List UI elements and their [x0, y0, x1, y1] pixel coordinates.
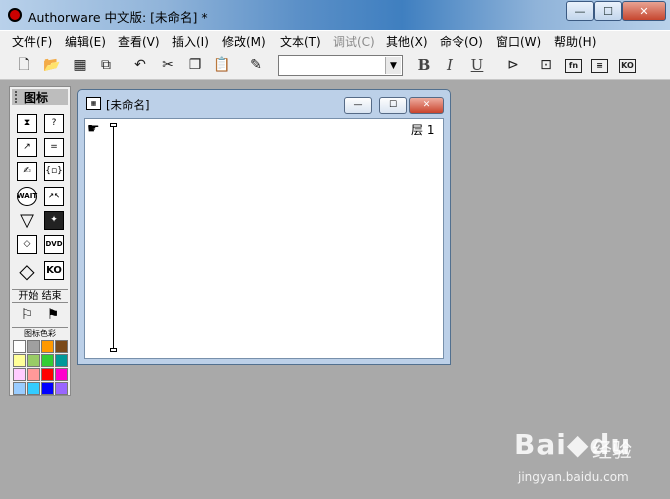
paste-hand-icon[interactable]: ☛ [87, 122, 100, 136]
design-minimize-button[interactable]: — [344, 97, 372, 114]
import-icon[interactable]: ⧉ [96, 55, 116, 75]
menu-text[interactable]: 文本(T) [280, 33, 321, 50]
framework-icon[interactable]: ✦ [44, 211, 64, 230]
color-swatch[interactable] [27, 354, 40, 367]
design-window-title: [未命名] [106, 98, 150, 112]
layer-label: 层 1 [411, 123, 435, 137]
maximize-button[interactable]: ☐ [594, 1, 622, 21]
color-swatch[interactable] [55, 340, 68, 353]
paste-icon[interactable]: 📋 [212, 55, 232, 75]
motion-icon[interactable]: ↗ [17, 138, 37, 157]
map-icon[interactable]: {▫} [44, 162, 64, 181]
calculation-icon[interactable]: = [44, 138, 64, 157]
wait-icon[interactable]: WAIT [17, 187, 37, 206]
digital-movie-icon[interactable]: DVD [44, 235, 64, 254]
flowline-end-marker [110, 348, 117, 352]
toolbar: 🗋 📂 ▦ ⧉ ↶ ✂ ❐ 📋 ✎ ▼ B I U ⊳ ⊡ fn ≡ KO [0, 51, 670, 80]
color-swatch[interactable] [13, 340, 26, 353]
design-window-icon: ▦ [86, 97, 101, 110]
cut-icon[interactable]: ✂ [158, 55, 178, 75]
undo-icon[interactable]: ↶ [130, 55, 150, 75]
run-icon[interactable]: ⊳ [503, 55, 523, 75]
title-bar: Authorware 中文版: [未命名] * — ☐ ✕ [0, 0, 670, 30]
underline-button[interactable]: U [467, 55, 487, 75]
interaction-icon[interactable]: ? [44, 114, 64, 133]
flowline-start-marker [110, 123, 117, 127]
watermark-text: 经验 [592, 438, 632, 462]
navigate-icon[interactable]: ↗↖ [44, 187, 64, 206]
flowline[interactable] [113, 125, 114, 351]
color-swatch[interactable] [27, 382, 40, 395]
icon-palette: 图标 ⧗ ? ↗ = ✍ {▫} WAIT ↗↖ ▽ ✦ ◇ DVD ◇ KO … [9, 86, 71, 396]
menu-file[interactable]: 文件(F) [12, 33, 52, 50]
find-icon[interactable]: ✎ [246, 55, 266, 75]
functions-window-icon[interactable]: fn [565, 59, 582, 73]
decision-icon[interactable]: ▽ [17, 211, 37, 230]
design-maximize-button[interactable]: ☐ [379, 97, 407, 114]
end-flag-icon[interactable]: ⚑ [43, 305, 63, 324]
watermark-url: jingyan.baidu.com [518, 470, 629, 484]
color-swatch[interactable] [13, 368, 26, 381]
menu-debug[interactable]: 调试(C) [333, 33, 375, 50]
color-swatch[interactable] [41, 382, 54, 395]
new-file-icon[interactable]: 🗋 [14, 55, 34, 75]
icon-color-label: 图标色彩 [12, 327, 68, 339]
save-all-icon[interactable]: ▦ [70, 55, 90, 75]
color-swatch[interactable] [27, 340, 40, 353]
control-panel-icon[interactable]: ⊡ [536, 55, 556, 75]
sound-icon[interactable]: ◇ [17, 235, 37, 254]
menu-help[interactable]: 帮助(H) [554, 33, 596, 50]
variables-window-icon[interactable]: ≡ [591, 59, 608, 73]
drag-grip-icon[interactable] [15, 91, 21, 103]
start-end-label: 开始 结束 [12, 289, 68, 303]
menu-edit[interactable]: 编辑(E) [65, 33, 106, 50]
erase-icon[interactable]: ✍ [17, 162, 37, 181]
menu-insert[interactable]: 插入(I) [172, 33, 209, 50]
display-icon[interactable]: ⧗ [17, 114, 37, 133]
palette-title: 图标 [24, 90, 49, 105]
design-close-button[interactable]: ✕ [409, 97, 444, 114]
design-window: ▦ [未命名] — ☐ ✕ ☛ 层 1 [77, 89, 451, 365]
color-swatch[interactable] [13, 382, 26, 395]
color-swatch[interactable] [55, 354, 68, 367]
menu-window[interactable]: 窗口(W) [496, 33, 541, 50]
window-title: Authorware 中文版: [未命名] * [28, 10, 208, 25]
color-swatch[interactable] [41, 354, 54, 367]
font-select[interactable]: ▼ [278, 55, 403, 76]
palette-header[interactable]: 图标 [12, 89, 68, 105]
menu-view[interactable]: 查看(V) [118, 33, 160, 50]
knowledge-object-icon[interactable]: KO [44, 261, 64, 280]
close-button[interactable]: ✕ [622, 1, 666, 21]
menu-modify[interactable]: 修改(M) [222, 33, 266, 50]
baidu-logo-bai: Bai [514, 428, 567, 461]
minimize-button[interactable]: — [566, 1, 594, 21]
start-flag-icon[interactable]: ⚐ [17, 305, 37, 324]
menu-bar: 文件(F) 编辑(E) 查看(V) 插入(I) 修改(M) 文本(T) 调试(C… [0, 30, 670, 51]
color-swatch[interactable] [41, 340, 54, 353]
knowledge-objects-window-icon[interactable]: KO [619, 59, 636, 73]
bold-button[interactable]: B [414, 55, 434, 75]
baidu-watermark: Bai◆du 经验 jingyan.baidu.com [514, 428, 664, 488]
color-swatch[interactable] [27, 368, 40, 381]
paw-icon: ◆ [566, 428, 590, 461]
design-canvas[interactable]: ☛ 层 1 [84, 118, 444, 359]
color-swatch[interactable] [13, 354, 26, 367]
video-icon[interactable]: ◇ [17, 261, 37, 281]
italic-button[interactable]: I [440, 55, 460, 75]
color-swatch[interactable] [55, 368, 68, 381]
authorware-logo-icon [8, 8, 22, 22]
menu-command[interactable]: 命令(O) [440, 33, 483, 50]
color-swatch[interactable] [55, 382, 68, 395]
open-folder-icon[interactable]: 📂 [42, 55, 62, 75]
menu-other[interactable]: 其他(X) [386, 33, 428, 50]
color-swatch[interactable] [41, 368, 54, 381]
copy-icon[interactable]: ❐ [185, 55, 205, 75]
chevron-down-icon[interactable]: ▼ [385, 57, 401, 74]
